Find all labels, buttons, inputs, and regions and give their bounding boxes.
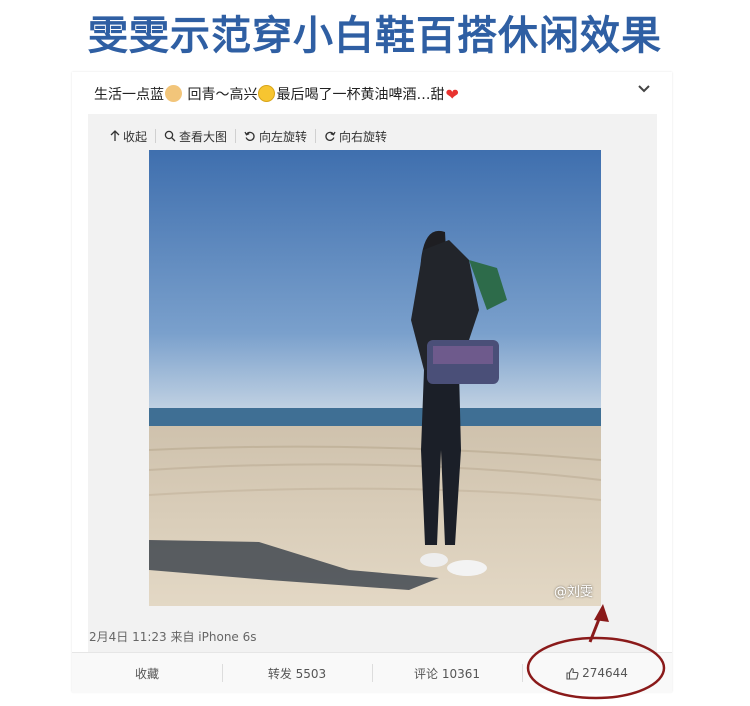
like-button[interactable]: 274644	[522, 653, 672, 693]
media-toolbar: 收起 查看大图 向左旋转 向右旋转	[102, 126, 395, 146]
view-large-button[interactable]: 查看大图	[156, 128, 235, 145]
comment-button[interactable]: 评论 10361	[372, 653, 522, 693]
post-text-part-1: 生活一点蓝	[94, 87, 164, 103]
rotate-left-icon	[244, 131, 255, 141]
rotate-right-label: 向右旋转	[339, 129, 388, 144]
victory-hand-emoji-icon	[165, 85, 182, 102]
beach-photo-image	[149, 150, 601, 606]
favorite-button[interactable]: 收藏	[72, 653, 222, 693]
post-text-part-3: 最后喝了一杯黄油啤酒…甜	[276, 87, 445, 103]
comment-label: 评论 10361	[414, 666, 480, 681]
favorite-label: 收藏	[134, 666, 159, 681]
weibo-post-card: 生活一点蓝 回青～高兴 最后喝了一杯黄油啤酒…甜❤ 收起 查看大图 向左旋转 向…	[72, 72, 672, 693]
post-photo[interactable]: @刘雯	[149, 150, 601, 606]
rotate-right-icon	[325, 131, 336, 141]
media-viewer: 收起 查看大图 向左旋转 向右旋转 @刘雯	[88, 114, 657, 662]
repost-button[interactable]: 转发 5503	[222, 653, 372, 693]
post-text: 生活一点蓝 回青～高兴 最后喝了一杯黄油啤酒…甜❤	[94, 84, 460, 104]
post-meta: 2月4日 11:23 来自 iPhone 6s	[89, 630, 257, 644]
action-bar: 收藏 转发 5503 评论 10361 274644	[72, 652, 672, 693]
arrow-up-icon	[110, 130, 120, 141]
search-icon	[164, 130, 176, 142]
like-count: 274644	[582, 666, 628, 680]
collapse-label: 收起	[123, 129, 148, 144]
rotate-right-button[interactable]: 向右旋转	[316, 128, 395, 145]
photo-watermark: @刘雯	[553, 585, 593, 600]
headline-title: 雯雯示范穿小白鞋百搭休闲效果	[88, 13, 662, 59]
view-large-label: 查看大图	[179, 129, 228, 144]
collapse-button[interactable]: 收起	[102, 128, 155, 145]
rotate-left-button[interactable]: 向左旋转	[236, 128, 315, 145]
post-text-part-2: 回青～高兴	[183, 87, 258, 103]
repost-label: 转发 5503	[267, 666, 327, 681]
chevron-down-icon[interactable]	[634, 78, 654, 98]
heart-emoji-icon: ❤	[445, 85, 459, 104]
smile-emoji-icon	[258, 85, 276, 102]
thumbs-up-icon	[566, 667, 579, 680]
rotate-left-label: 向左旋转	[259, 129, 308, 144]
